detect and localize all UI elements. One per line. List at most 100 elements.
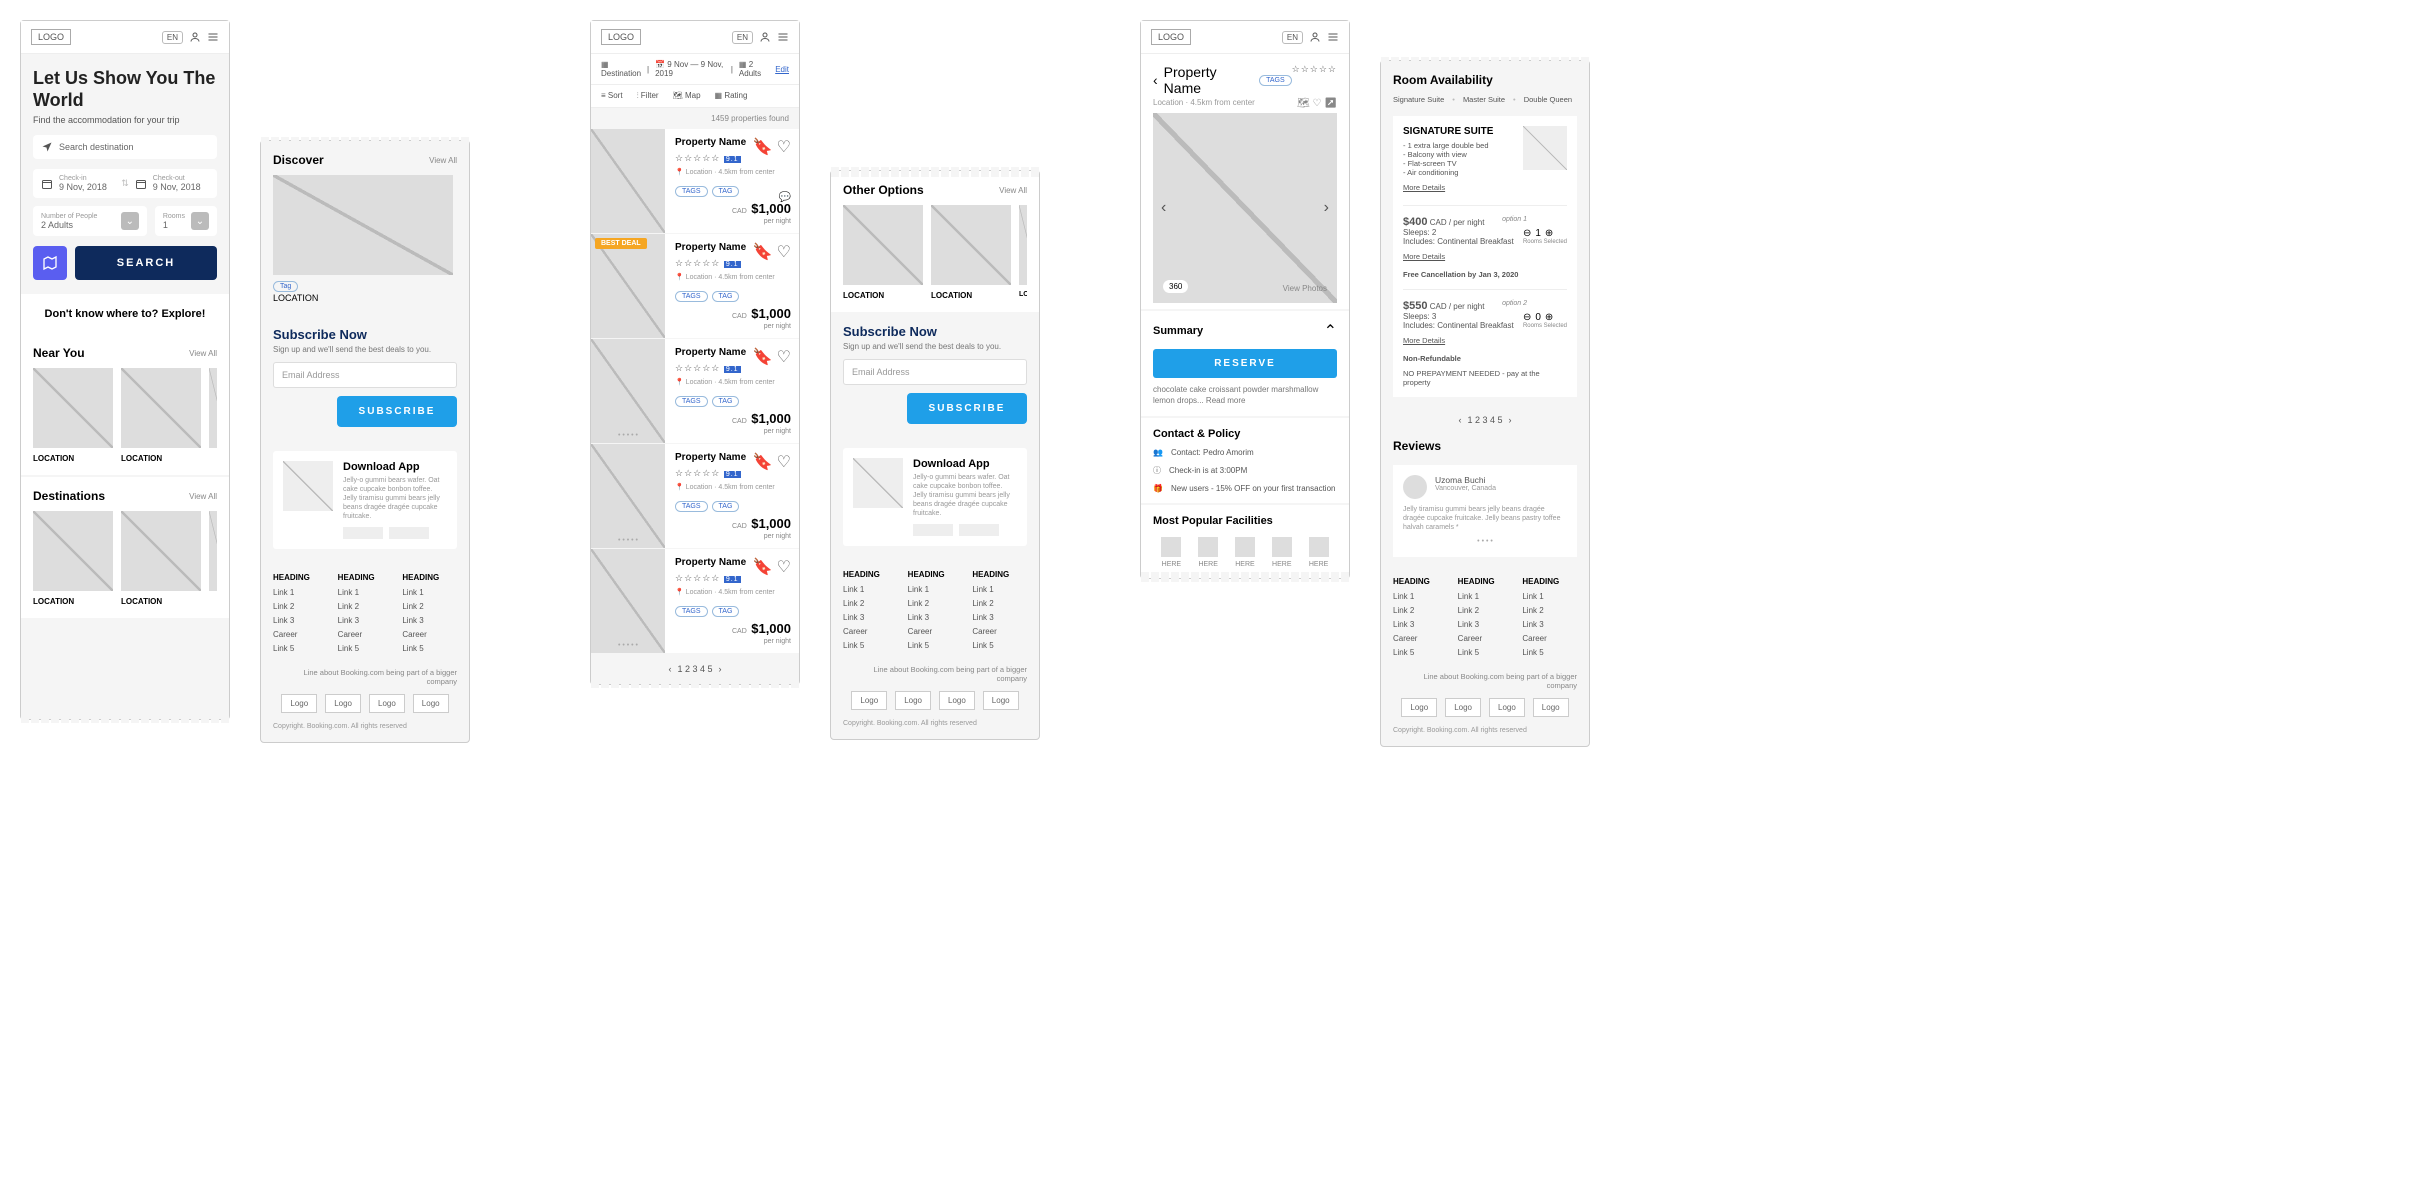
map-toggle[interactable]: 🗺 Map	[673, 91, 701, 101]
language-toggle[interactable]: EN	[732, 31, 753, 44]
discover-tile[interactable]: Tag LOCATION	[273, 175, 453, 303]
view-photos-link[interactable]: View Photos	[1283, 284, 1327, 293]
bookmark-icon[interactable]: 🔖	[753, 347, 773, 367]
footer-link[interactable]: Link 3	[273, 616, 328, 625]
collapse-icon[interactable]: ⌃	[1324, 321, 1337, 341]
footer-link[interactable]: Link 5	[1458, 648, 1513, 657]
subscribe-button[interactable]: SUBSCRIBE	[907, 393, 1027, 424]
quantity-stepper[interactable]: ⊖ 1 ⊕ Rooms Selected	[1523, 228, 1567, 245]
map-pin-icon[interactable]: 🗺	[1297, 98, 1310, 109]
view-all-link[interactable]: View All	[189, 492, 217, 501]
footer-link[interactable]: Link 5	[402, 644, 457, 653]
download-app-card[interactable]: Download App Jelly-o gummi bears wafer. …	[843, 448, 1027, 546]
footer-link[interactable]: Link 2	[843, 599, 898, 608]
page-numbers[interactable]: 1 2 3 4 5	[1467, 415, 1502, 425]
location-tile[interactable]	[209, 368, 217, 463]
store-badge[interactable]	[913, 524, 953, 536]
account-icon[interactable]	[759, 31, 771, 43]
footer-link[interactable]: Link 5	[338, 644, 393, 653]
footer-link[interactable]: Link 5	[273, 644, 328, 653]
footer-link[interactable]: Career	[338, 630, 393, 639]
location-tile[interactable]: LOCATION	[33, 511, 113, 606]
menu-icon[interactable]	[777, 31, 789, 43]
subscribe-button[interactable]: SUBSCRIBE	[337, 396, 457, 427]
more-details-link[interactable]: More Details	[1403, 183, 1445, 192]
heart-icon[interactable]: ♡	[777, 347, 791, 367]
footer-link[interactable]: Link 2	[273, 602, 328, 611]
footer-link[interactable]: Career	[1393, 634, 1448, 643]
edit-search-link[interactable]: Edit	[775, 65, 789, 74]
quantity-stepper[interactable]: ⊖ 0 ⊕ Rooms Selected	[1523, 312, 1567, 329]
menu-icon[interactable]	[1327, 31, 1339, 43]
chip[interactable]: Signature Suite	[1393, 95, 1444, 104]
location-tile[interactable]: LOCATION	[121, 511, 201, 606]
photo-gallery[interactable]: ‹ › 360 View Photos	[1153, 113, 1337, 303]
location-tile[interactable]: LO	[1019, 205, 1027, 300]
footer-link[interactable]: Link 1	[402, 588, 457, 597]
result-card[interactable]: Property Name ☆☆☆☆☆ 9.1 📍 Location · 4.5…	[591, 129, 799, 233]
date-range-input[interactable]: Check-in9 Nov, 2018 ⇅ Check-out9 Nov, 20…	[33, 169, 217, 198]
email-input[interactable]: Email Address	[273, 362, 457, 388]
minus-icon[interactable]: ⊖	[1523, 228, 1531, 239]
chip[interactable]: Master Suite	[1463, 95, 1505, 104]
store-badge[interactable]	[389, 527, 429, 539]
explore-banner[interactable]: Don't know where to? Explore!	[21, 294, 229, 334]
bookmark-icon[interactable]: 🔖	[753, 557, 773, 577]
reserve-button[interactable]: RESERVE	[1153, 349, 1337, 378]
search-button[interactable]: SEARCH	[75, 246, 217, 280]
footer-link[interactable]: Link 3	[1393, 620, 1448, 629]
footer-link[interactable]: Link 3	[972, 613, 1027, 622]
footer-link[interactable]: Link 5	[843, 641, 898, 650]
footer-link[interactable]: Link 2	[338, 602, 393, 611]
bookmark-icon[interactable]: 🔖	[753, 137, 773, 157]
people-select[interactable]: Number of People2 Adults ⌄	[33, 206, 147, 236]
more-details-link[interactable]: More Details	[1403, 336, 1445, 345]
page-numbers[interactable]: 1 2 3 4 5	[677, 664, 712, 674]
location-tile[interactable]: LOCATION	[931, 205, 1011, 300]
footer-link[interactable]: Link 2	[402, 602, 457, 611]
footer-link[interactable]: Link 1	[908, 585, 963, 594]
footer-link[interactable]: Link 1	[1458, 592, 1513, 601]
footer-link[interactable]: Link 1	[338, 588, 393, 597]
footer-link[interactable]: Link 1	[1522, 592, 1577, 601]
back-button[interactable]: ‹ Property Name TAGS	[1153, 64, 1292, 96]
footer-link[interactable]: Career	[1522, 634, 1577, 643]
heart-icon[interactable]: ♡	[777, 452, 791, 472]
share-icon[interactable]: ↗	[1324, 98, 1337, 109]
heart-icon[interactable]: ♡	[1313, 98, 1322, 109]
map-button[interactable]	[33, 246, 67, 280]
footer-link[interactable]: Link 3	[1458, 620, 1513, 629]
result-card[interactable]: • • • • • Property Name ☆☆☆☆☆ 9.1 📍 Loca…	[591, 549, 799, 653]
store-badge[interactable]	[343, 527, 383, 539]
location-tile[interactable]	[209, 511, 217, 606]
sort-button[interactable]: ≡ Sort	[601, 91, 623, 101]
footer-link[interactable]: Link 3	[402, 616, 457, 625]
pagination[interactable]: ‹ 1 2 3 4 5 ›	[591, 654, 799, 684]
result-card[interactable]: • • • • • Property Name ☆☆☆☆☆ 9.1 📍 Loca…	[591, 444, 799, 548]
rating-filter[interactable]: ▦ Rating	[715, 91, 748, 101]
footer-link[interactable]: Career	[972, 627, 1027, 636]
location-tile[interactable]: LOCATION	[843, 205, 923, 300]
footer-link[interactable]: Link 2	[972, 599, 1027, 608]
location-tile[interactable]: LOCATION	[33, 368, 113, 463]
result-card[interactable]: BEST DEAL Property Name ☆☆☆☆☆ 9.1 📍 Loca…	[591, 234, 799, 338]
footer-link[interactable]: Link 5	[908, 641, 963, 650]
logo[interactable]: LOGO	[601, 29, 641, 45]
plus-icon[interactable]: ⊕	[1545, 228, 1553, 239]
footer-link[interactable]: Career	[1458, 634, 1513, 643]
heart-icon[interactable]: ♡	[777, 242, 791, 262]
gallery-prev[interactable]: ‹	[1157, 195, 1170, 221]
rooms-select[interactable]: Rooms1 ⌄	[155, 206, 217, 236]
footer-link[interactable]: Link 1	[1393, 592, 1448, 601]
footer-link[interactable]: Career	[402, 630, 457, 639]
room-thumb[interactable]	[1523, 126, 1567, 170]
download-app-card[interactable]: Download App Jelly-o gummi bears wafer. …	[273, 451, 457, 549]
plus-icon[interactable]: ⊕	[1545, 312, 1553, 323]
pagination[interactable]: ‹ 1 2 3 4 5 ›	[1381, 405, 1589, 435]
footer-link[interactable]: Link 3	[1522, 620, 1577, 629]
bookmark-icon[interactable]: 🔖	[753, 242, 773, 262]
footer-link[interactable]: Link 3	[843, 613, 898, 622]
logo[interactable]: LOGO	[1151, 29, 1191, 45]
heart-icon[interactable]: ♡	[777, 557, 791, 577]
account-icon[interactable]	[189, 31, 201, 43]
